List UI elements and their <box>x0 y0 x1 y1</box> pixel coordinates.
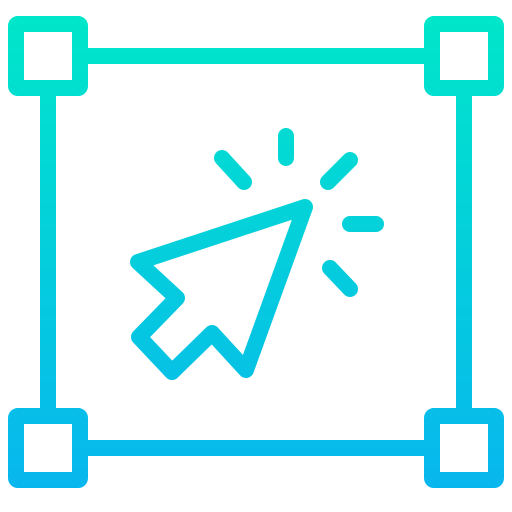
handle-bottom-right-icon <box>424 408 504 488</box>
handle-top-left-icon <box>8 16 88 96</box>
selection-frame <box>40 48 472 456</box>
handle-bottom-left-icon <box>8 408 88 488</box>
click-ray-upper-left <box>214 150 252 190</box>
icon-svg <box>8 16 504 488</box>
select-area-cursor-icon <box>0 0 512 512</box>
corner-handles <box>8 16 504 488</box>
click-ray-lower-right <box>322 260 358 297</box>
handle-top-right-icon <box>424 16 504 96</box>
cursor-arrow-icon <box>130 199 313 380</box>
click-ray-upper-right <box>320 152 358 190</box>
